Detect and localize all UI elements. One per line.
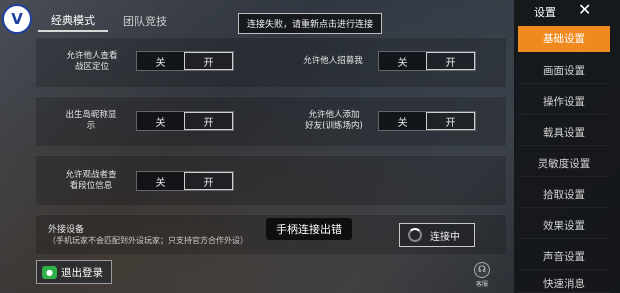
tab-team-deathmatch[interactable]: 团队竞技	[110, 10, 180, 32]
connect-button-label: 连接中	[430, 231, 460, 243]
toggle-zone-location[interactable]: 关 开	[136, 51, 234, 71]
toggle-off[interactable]: 关	[379, 112, 426, 130]
tab-classic-mode[interactable]: 经典模式	[38, 10, 108, 32]
sidebar-item-effects[interactable]: 效果设置	[518, 213, 610, 239]
toggle-island-nickname[interactable]: 关 开	[136, 111, 234, 131]
customer-service-label: 客服	[475, 281, 488, 288]
headset-icon: ☊	[474, 262, 490, 278]
toggle-recruit[interactable]: 关 开	[378, 51, 476, 71]
toggle-on[interactable]: 开	[184, 52, 233, 70]
sidebar-item-controls[interactable]: 操作设置	[518, 89, 610, 115]
logo: V	[2, 4, 32, 34]
toggle-on[interactable]: 开	[184, 172, 233, 190]
option-label-island-nickname: 出生岛昵称显 示	[65, 110, 117, 131]
toggle-off[interactable]: 关	[137, 112, 184, 130]
option-label-add-friend: 允许他人添加 好友(训练场内)	[305, 110, 363, 131]
external-device-note: （手机玩家不会匹配到外设玩家；只支持官方合作外设）	[48, 236, 248, 245]
loading-spinner-icon	[408, 228, 422, 242]
sidebar-item-vehicle[interactable]: 载具设置	[518, 120, 610, 146]
option-label-zone-location: 允许他人查看 战区定位	[66, 51, 118, 72]
sidebar-item-basic[interactable]: 基础设置	[518, 26, 610, 52]
sidebar-item-graphics[interactable]: 画面设置	[518, 58, 610, 84]
connection-failed-hint: 连接失败，请重新点击进行连接	[238, 13, 382, 34]
close-icon[interactable]: ✕	[578, 0, 591, 19]
external-device-title: 外接设备	[48, 225, 85, 235]
toggle-off[interactable]: 关	[137, 52, 184, 70]
sidebar-title: 设置	[534, 6, 556, 19]
toggle-off[interactable]: 关	[137, 172, 184, 190]
toggle-off[interactable]: 关	[379, 52, 426, 70]
option-label-spectator-rank: 允许观战者查 看段位信息	[65, 170, 117, 191]
sidebar-item-sound[interactable]: 声音设置	[518, 244, 610, 270]
toggle-on[interactable]: 开	[426, 52, 475, 70]
sidebar-item-quick-message[interactable]: 快速消息	[518, 275, 610, 293]
toggle-on[interactable]: 开	[184, 112, 233, 130]
sidebar-item-pickup[interactable]: 拾取设置	[518, 182, 610, 208]
sidebar-item-sensitivity[interactable]: 灵敏度设置	[518, 151, 610, 177]
logout-button[interactable]: ● 退出登录	[36, 260, 112, 284]
logout-label: 退出登录	[61, 266, 103, 279]
option-label-recruit: 允许他人招募我	[303, 56, 363, 66]
toggle-on[interactable]: 开	[426, 112, 475, 130]
toggle-add-friend[interactable]: 关 开	[378, 111, 476, 131]
connect-button[interactable]: 连接中	[399, 223, 475, 247]
wechat-icon: ●	[42, 265, 57, 279]
controller-error-toast: 手柄连接出错	[266, 218, 352, 240]
toggle-spectator-rank[interactable]: 关 开	[136, 171, 234, 191]
customer-service-button[interactable]: ☊ 客服	[472, 262, 492, 290]
